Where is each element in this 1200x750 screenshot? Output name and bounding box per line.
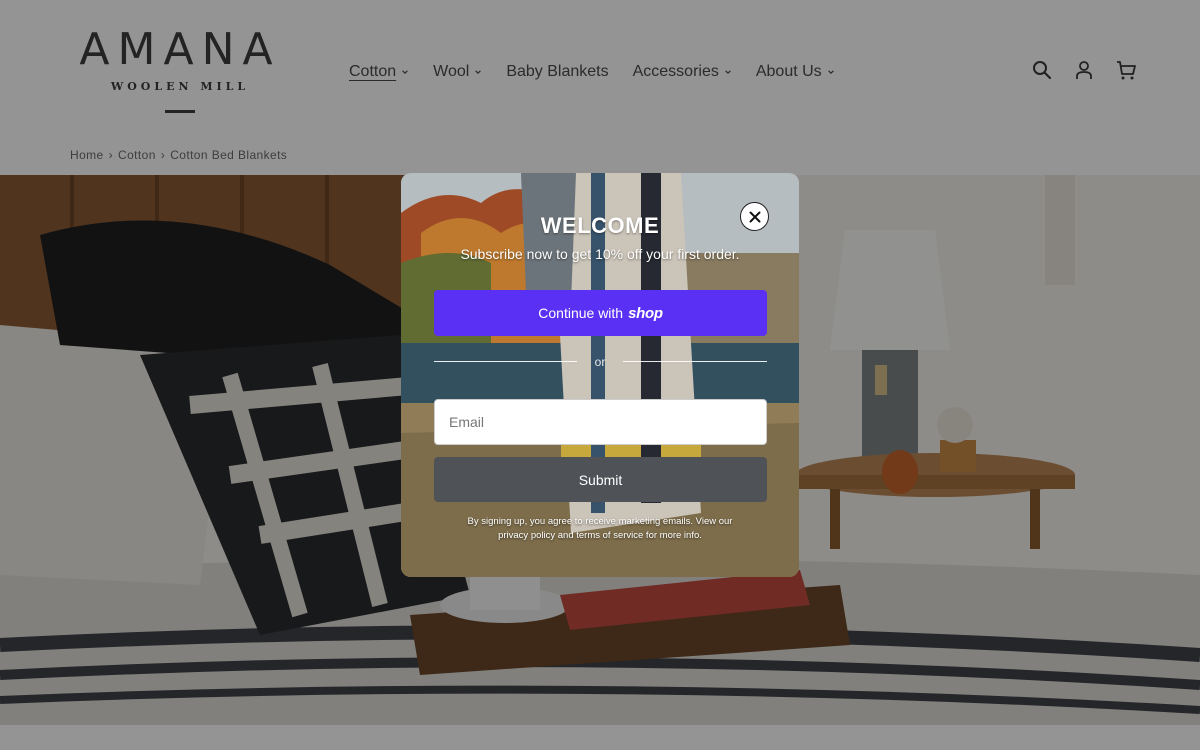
popup-title: WELCOME [540,213,660,238]
continue-with-shop-button[interactable]: Continue with shop [434,290,767,336]
shop-button-prefix: Continue with [538,305,624,321]
email-input[interactable] [434,399,767,445]
newsletter-popup: WELCOME Subscribe now to get 10% off you… [401,173,799,577]
shop-logo: shop [628,304,663,322]
legal-notice: By signing up, you agree to receive mark… [467,516,733,541]
submit-button[interactable]: Submit [434,457,767,502]
divider-or-text: or [594,355,606,369]
popup-subtitle: Subscribe now to get 10% off your first … [460,246,740,262]
divider-right [623,361,767,362]
